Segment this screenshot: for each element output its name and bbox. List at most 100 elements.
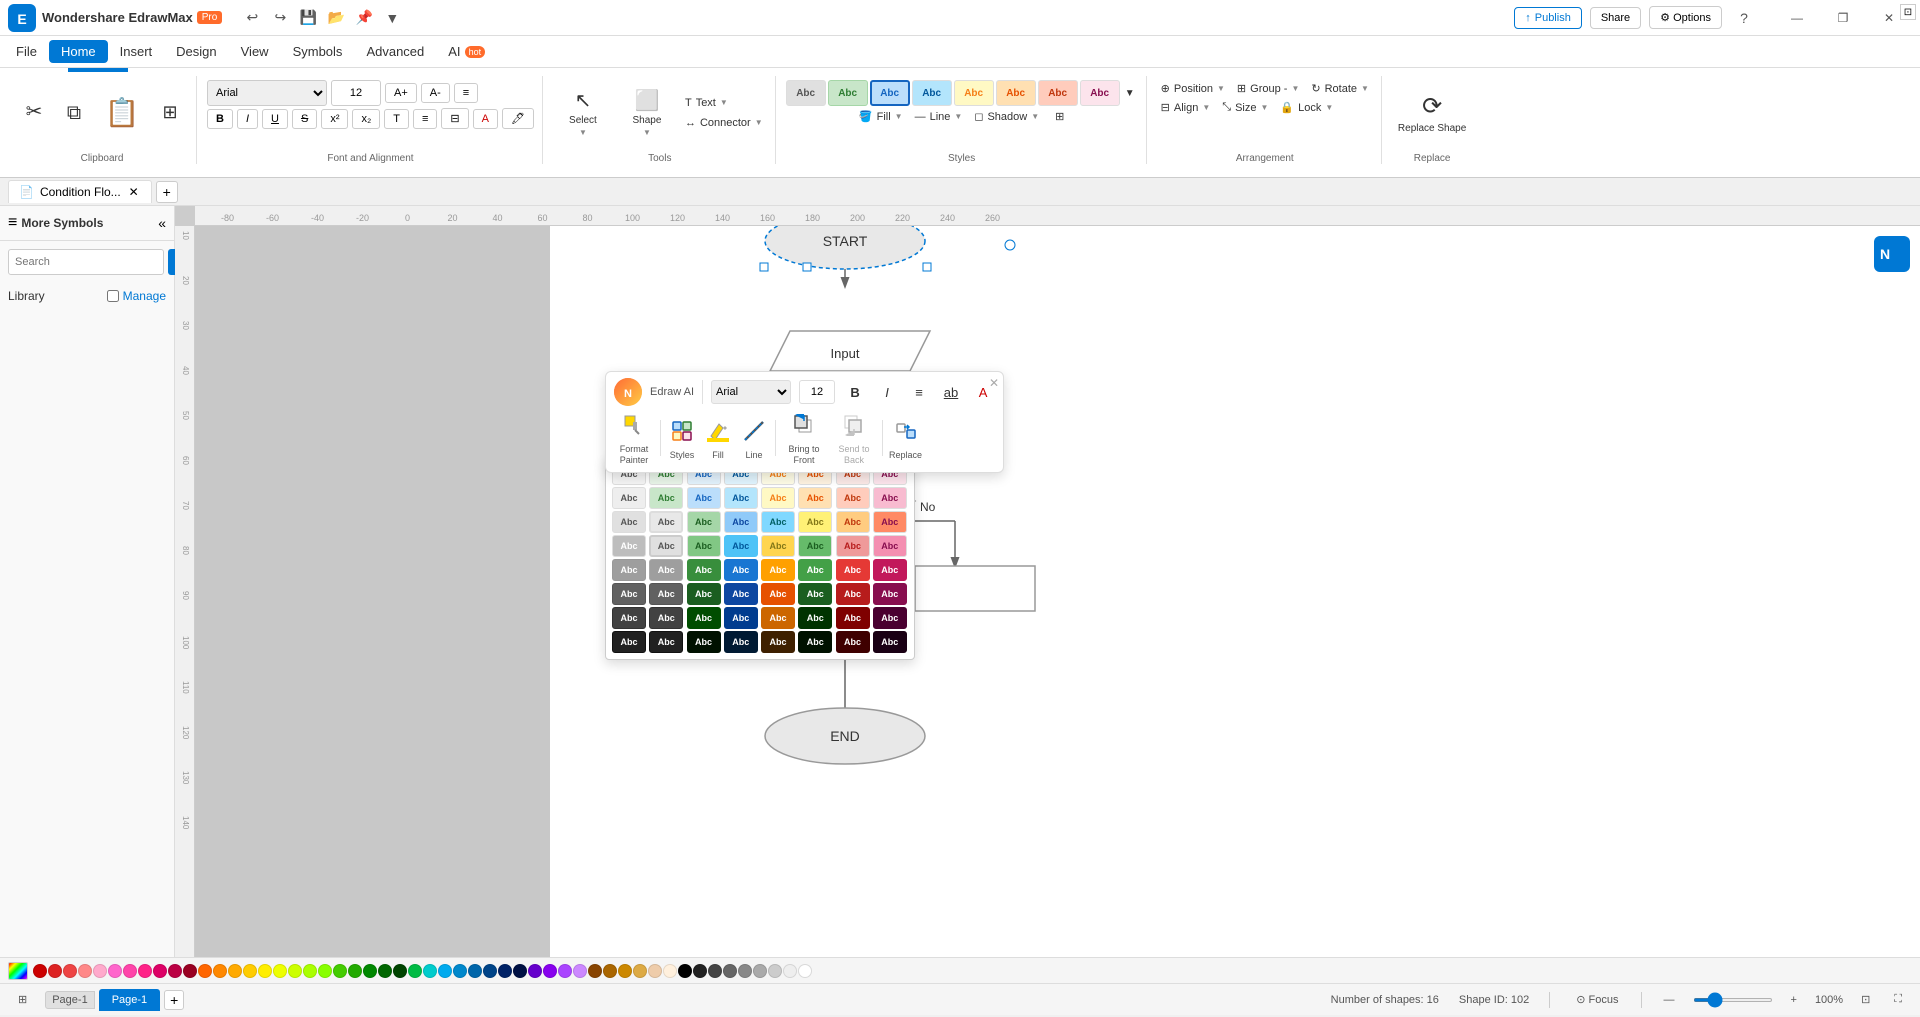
undo-button[interactable]: ↩ bbox=[238, 4, 266, 32]
list-button[interactable]: ≡ bbox=[413, 109, 437, 129]
style-cell[interactable]: Abc bbox=[836, 559, 870, 581]
color-dot[interactable] bbox=[198, 964, 212, 978]
cut-button[interactable]: ✂ bbox=[16, 98, 52, 128]
style-cell[interactable]: Abc bbox=[724, 583, 758, 605]
styles-button[interactable] bbox=[667, 416, 697, 449]
style-cell[interactable]: Abc bbox=[649, 607, 683, 629]
save-button[interactable]: 💾 bbox=[294, 4, 322, 32]
color-dot[interactable] bbox=[318, 964, 332, 978]
style-cell[interactable]: Abc bbox=[687, 535, 721, 557]
font-color-button[interactable]: A bbox=[473, 109, 498, 129]
color-dot[interactable] bbox=[738, 964, 752, 978]
color-dot[interactable] bbox=[633, 964, 647, 978]
style-cell[interactable]: Abc bbox=[649, 511, 683, 533]
style-cell[interactable]: Abc bbox=[761, 607, 795, 629]
bring-to-front-button[interactable] bbox=[789, 410, 819, 443]
color-dot[interactable] bbox=[453, 964, 467, 978]
new-tab-button[interactable]: + bbox=[156, 181, 178, 203]
lock-button[interactable]: 🔒 Lock ▼ bbox=[1276, 99, 1337, 116]
color-dot[interactable] bbox=[378, 964, 392, 978]
style-cell[interactable]: Abc bbox=[836, 511, 870, 533]
clone-button[interactable]: ⊞ bbox=[152, 98, 188, 127]
edraw-ai-label[interactable]: Edraw AI bbox=[650, 386, 694, 398]
styles-expand-button[interactable]: ⊞ bbox=[1051, 108, 1068, 125]
color-dot[interactable] bbox=[153, 964, 167, 978]
style-cell[interactable]: Abc bbox=[836, 583, 870, 605]
style-cell[interactable]: Abc bbox=[724, 607, 758, 629]
page-minus-button[interactable]: Page-1 bbox=[45, 991, 94, 1009]
style-cell[interactable]: Abc bbox=[724, 559, 758, 581]
color-dot[interactable] bbox=[228, 964, 242, 978]
color-dot[interactable] bbox=[528, 964, 542, 978]
style-cell[interactable]: Abc bbox=[761, 487, 795, 509]
format-painter-button[interactable] bbox=[619, 410, 649, 443]
menu-design[interactable]: Design bbox=[164, 40, 228, 63]
font-family-select[interactable]: Arial bbox=[207, 80, 327, 106]
redo-button[interactable]: ↪ bbox=[266, 4, 294, 32]
style-cell[interactable]: Abc bbox=[612, 535, 646, 557]
zoom-out-button[interactable]: — bbox=[1658, 992, 1681, 1008]
style-cell[interactable]: Abc bbox=[612, 583, 646, 605]
style-cell[interactable]: Abc bbox=[687, 607, 721, 629]
float-toolbar-close[interactable]: ✕ bbox=[989, 376, 999, 390]
style-cell[interactable]: Abc bbox=[649, 559, 683, 581]
ribbon-expand-button[interactable]: ⊡ bbox=[1900, 4, 1916, 20]
color-dot[interactable] bbox=[288, 964, 302, 978]
underline-button[interactable]: U bbox=[262, 109, 288, 129]
minimize-button[interactable]: — bbox=[1774, 0, 1820, 36]
menu-ai[interactable]: AI hot bbox=[436, 40, 497, 63]
menu-symbols[interactable]: Symbols bbox=[281, 40, 355, 63]
color-dot[interactable] bbox=[93, 964, 107, 978]
style-cell[interactable]: Abc bbox=[873, 535, 907, 557]
float-font-size[interactable] bbox=[799, 380, 835, 404]
connector-tool-button[interactable]: ↔ Connector ▼ bbox=[681, 115, 767, 131]
color-dot[interactable] bbox=[678, 964, 692, 978]
style-cell[interactable]: Abc bbox=[612, 631, 646, 653]
focus-button[interactable]: ⊙ Focus bbox=[1570, 991, 1624, 1008]
increase-font-button[interactable]: A+ bbox=[385, 83, 417, 103]
style-cell[interactable]: Abc bbox=[649, 631, 683, 653]
style-cell[interactable]: Abc bbox=[836, 535, 870, 557]
color-dot[interactable] bbox=[753, 964, 767, 978]
font-size-input[interactable] bbox=[331, 80, 381, 106]
style-cell[interactable]: Abc bbox=[612, 511, 646, 533]
tab-condition-flow[interactable]: 📄 Condition Flo... ✕ bbox=[8, 180, 152, 203]
float-bold[interactable]: B bbox=[843, 383, 867, 402]
paste-button[interactable]: 📋 bbox=[96, 88, 148, 137]
sidebar-collapse-icon[interactable]: ≡ bbox=[8, 214, 17, 232]
color-dot[interactable] bbox=[573, 964, 587, 978]
style-cell[interactable]: Abc bbox=[836, 487, 870, 509]
replace-ft-button[interactable] bbox=[891, 416, 921, 449]
style-cell[interactable]: Abc bbox=[761, 583, 795, 605]
color-dot[interactable] bbox=[63, 964, 77, 978]
color-picker-button[interactable] bbox=[8, 962, 28, 980]
style-swatch-1[interactable]: Abc bbox=[786, 80, 826, 106]
menu-file[interactable]: File bbox=[4, 40, 49, 63]
shadow-button[interactable]: ◻ Shadow ▼ bbox=[970, 108, 1043, 125]
maximize-button[interactable]: ❐ bbox=[1820, 0, 1866, 36]
manage-link[interactable]: Manage bbox=[123, 289, 166, 303]
menu-insert[interactable]: Insert bbox=[108, 40, 165, 63]
style-cell[interactable]: Abc bbox=[687, 583, 721, 605]
style-cell[interactable]: Abc bbox=[873, 511, 907, 533]
color-dot[interactable] bbox=[363, 964, 377, 978]
style-cell[interactable]: Abc bbox=[798, 607, 832, 629]
color-dot[interactable] bbox=[603, 964, 617, 978]
position-button[interactable]: ⊕ Position ▼ bbox=[1157, 80, 1229, 97]
style-cell[interactable]: Abc bbox=[724, 535, 758, 557]
canvas-area[interactable]: -80 -60 -40 -20 0 20 40 60 80 100 120 14… bbox=[175, 206, 1920, 957]
color-dot[interactable] bbox=[213, 964, 227, 978]
send-to-back-button[interactable] bbox=[839, 410, 869, 443]
color-dot[interactable] bbox=[543, 964, 557, 978]
style-cell[interactable]: Abc bbox=[798, 487, 832, 509]
style-cell[interactable]: Abc bbox=[761, 535, 795, 557]
color-dot[interactable] bbox=[498, 964, 512, 978]
fill-button[interactable]: 🪣 Fill ▼ bbox=[855, 108, 907, 125]
color-dot[interactable] bbox=[123, 964, 137, 978]
superscript-button[interactable]: x² bbox=[321, 109, 348, 129]
style-cell[interactable]: Abc bbox=[798, 583, 832, 605]
color-dot[interactable] bbox=[48, 964, 62, 978]
fullscreen-button[interactable]: ⛶ bbox=[1888, 991, 1908, 1008]
style-cell[interactable]: Abc bbox=[724, 511, 758, 533]
style-cell[interactable]: Abc bbox=[724, 631, 758, 653]
